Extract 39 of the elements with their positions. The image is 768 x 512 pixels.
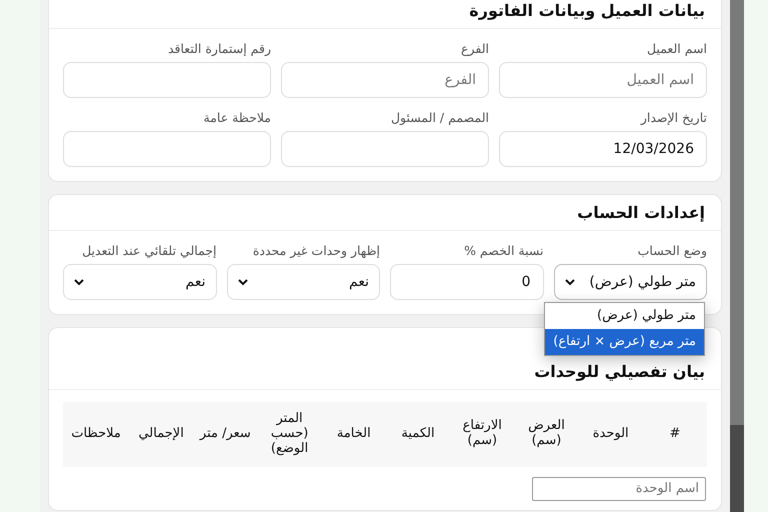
field-label: الفرع — [460, 41, 489, 56]
chevron-down-icon — [74, 278, 84, 286]
input-field[interactable]: 12/03/2026 — [499, 131, 707, 167]
column-header: ملاحظات — [63, 402, 130, 467]
field-label: المصمم / المسئول — [390, 110, 489, 125]
unit-name-input[interactable]: اسم الوحدة — [532, 476, 706, 501]
select-field[interactable]: نعم — [226, 264, 380, 300]
input-field[interactable]: 0 — [390, 264, 544, 300]
input-field[interactable] — [281, 131, 489, 167]
column-header: العرض (سم) — [514, 402, 579, 467]
dropdown-option[interactable]: متر مربع (عرض × ارتفاع) — [545, 329, 704, 355]
card-title: بيانات العميل وبيانات الفاتورة — [49, 0, 721, 29]
chevron-down-icon — [238, 278, 248, 286]
input-field[interactable] — [63, 62, 271, 98]
column-header: الارتفاع (سم) — [450, 402, 514, 467]
column-header: الوحدة — [578, 402, 643, 467]
dropdown-option[interactable]: متر طولي (عرض) — [545, 303, 704, 329]
column-header: المتر (حسب الوضع) — [257, 402, 322, 467]
card-title: إعدادات الحساب — [49, 195, 721, 231]
column-header: سعر/ متر — [193, 402, 258, 467]
scrollbar[interactable] — [730, 0, 744, 512]
column-header: الخامة — [322, 402, 386, 467]
input-field[interactable] — [63, 131, 271, 167]
input-field[interactable]: الفرع — [281, 62, 489, 98]
field-label: إظهار وحدات غير محددة — [252, 243, 380, 258]
field-label: رقم إستمارة التعاقد — [166, 41, 271, 56]
column-header: # — [642, 402, 707, 467]
field-label: وضع الحساب — [636, 243, 707, 258]
field-label: اسم العميل — [646, 41, 707, 56]
input-field[interactable]: اسم العميل — [499, 62, 707, 98]
field-label: ملاحظة عامة — [202, 110, 271, 125]
field-label: تاريخ الإصدار — [639, 110, 707, 125]
column-header: الإجمالي — [129, 402, 194, 467]
chevron-down-icon — [564, 278, 574, 286]
field-label: إجمالي تلقائي عند التعديل — [81, 243, 216, 258]
field-label: نسبة الخصم % — [463, 243, 544, 258]
select-field[interactable]: نعم — [63, 264, 216, 300]
select-field[interactable]: متر طولي (عرض) — [554, 264, 707, 300]
column-header: الكمية — [386, 402, 450, 467]
